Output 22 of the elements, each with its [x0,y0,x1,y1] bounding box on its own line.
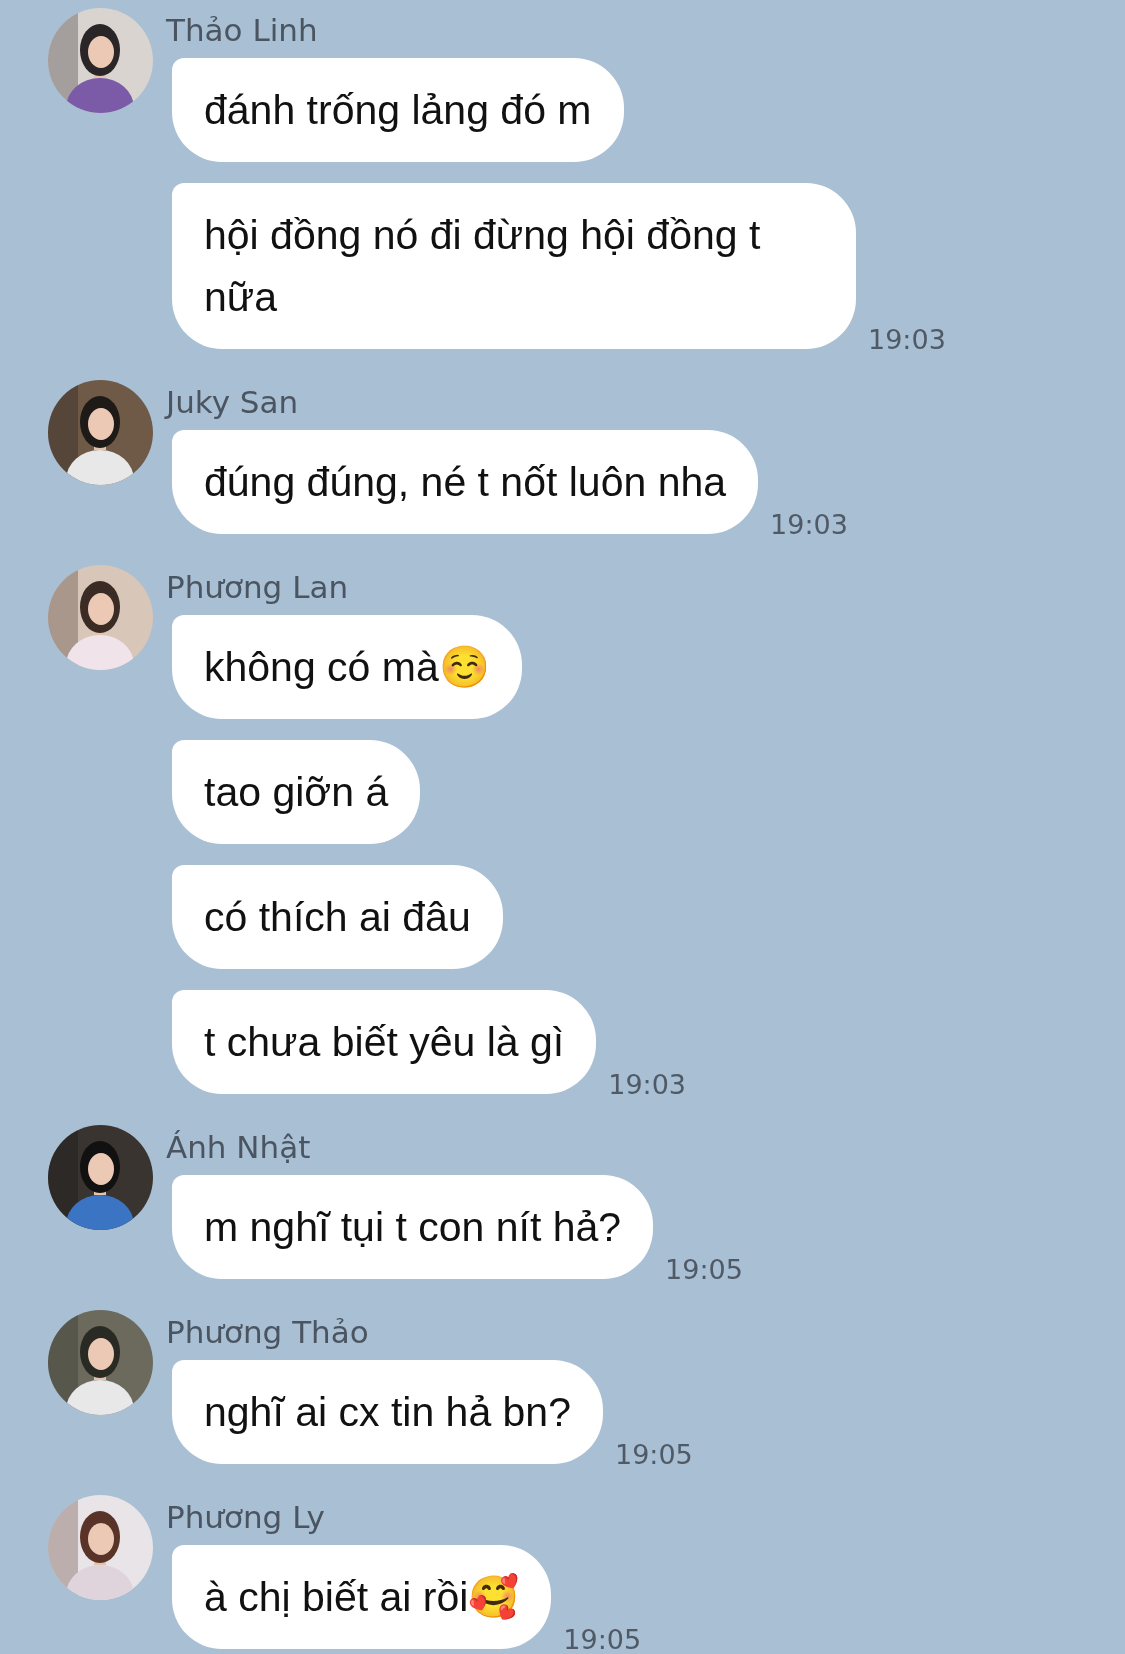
message-time: 19:03 [608,1069,687,1100]
message-bubble: m nghĩ tụi t con nít hả? [172,1175,654,1279]
sender-name: Phương Ly [166,1498,326,1537]
message-time: 19:05 [665,1254,743,1285]
message-bubble: nghĩ ai cx tin hả bn? [172,1360,603,1464]
message-bubble: tao giỡn á [172,740,421,844]
sender-name: Phương Lan [166,568,350,607]
message-bubble: đánh trống lảng đó m [172,58,624,162]
sender-name: Ánh Nhật [166,1128,312,1167]
message-bubble: hội đồng nó đi đừng hội đồng t nữa [172,183,856,349]
message-time: 19:05 [615,1439,693,1470]
message-bubble: à chị biết ai rồi🥰 [172,1545,552,1649]
sender-name: Juky San [166,383,300,422]
message-bubble: đúng đúng, né t nốt luôn nha [172,430,759,534]
sender-name: Phương Thảo [166,1313,370,1352]
message-time: 19:03 [868,324,946,355]
message-bubble: không có mà☺ [172,615,522,719]
message-bubble: t chưa biết yêu là gì [172,990,597,1094]
message-time: 19:05 [563,1624,642,1654]
message-time: 19:03 [770,509,848,540]
sender-name: Thảo Linh [166,11,319,50]
message-bubble: có thích ai đâu [172,865,503,969]
